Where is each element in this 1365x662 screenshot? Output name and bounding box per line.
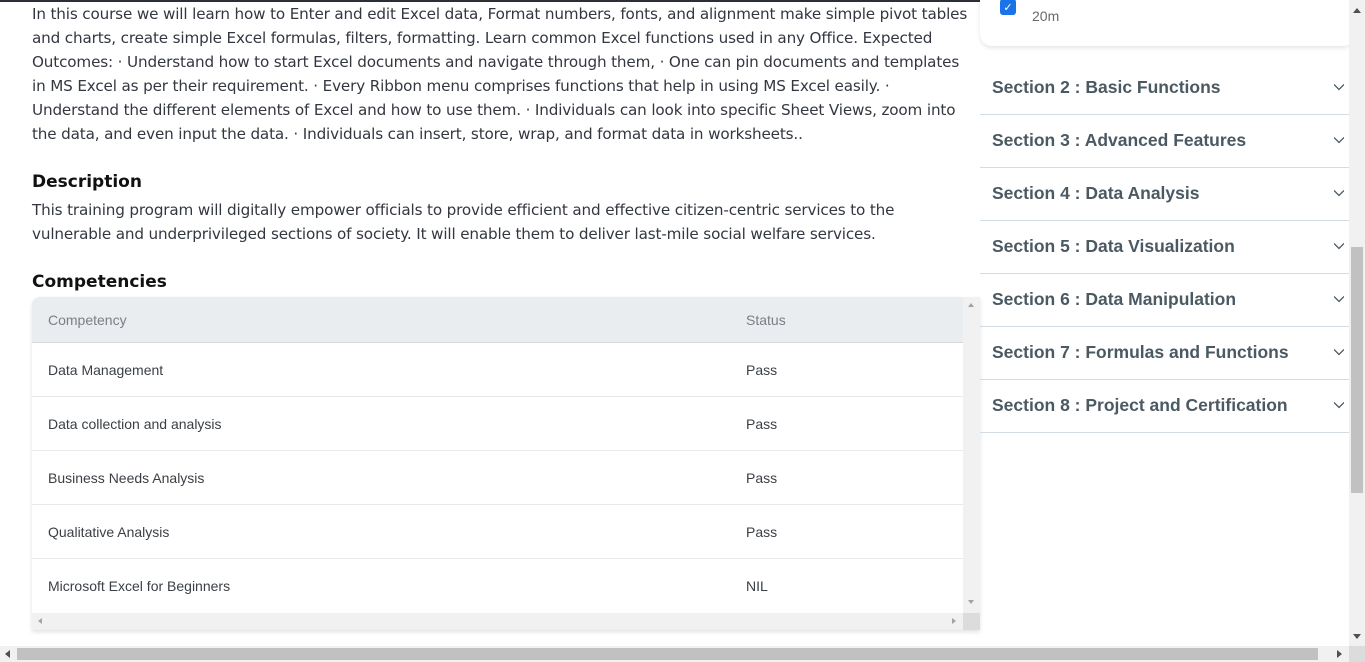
chevron-down-icon	[1334, 137, 1344, 144]
chevron-down-icon	[1334, 296, 1344, 303]
competency-cell: Qualitative Analysis	[48, 524, 170, 540]
scroll-up-arrow-icon[interactable]	[1353, 8, 1361, 13]
section-accordion-8[interactable]: Section 8 : Project and Certification	[980, 380, 1350, 433]
scroll-up-arrow-icon[interactable]	[968, 303, 974, 307]
curriculum-sections: Section 2 : Basic Functions Section 3 : …	[980, 62, 1350, 433]
section-accordion-7[interactable]: Section 7 : Formulas and Functions	[980, 327, 1350, 380]
section-accordion-6[interactable]: Section 6 : Data Manipulation	[980, 274, 1350, 327]
table-scroll-corner	[963, 613, 980, 630]
course-outcomes-text: In this course we will learn how to Ente…	[32, 5, 968, 143]
scroll-down-arrow-icon[interactable]	[1353, 634, 1361, 639]
section-title: Section 7 : Formulas and Functions	[992, 342, 1289, 362]
status-cell: Pass	[746, 524, 778, 540]
competencies-heading: Competencies	[32, 272, 167, 292]
competency-cell: Business Needs Analysis	[48, 470, 205, 486]
scroll-right-arrow-icon[interactable]	[952, 618, 956, 624]
table-horizontal-scrollbar[interactable]	[32, 613, 963, 630]
page-horizontal-scrollbar[interactable]	[0, 646, 1349, 662]
check-icon: ✓	[1003, 0, 1013, 14]
description-text: This training program will digitally emp…	[32, 201, 895, 243]
competency-cell: Microsoft Excel for Beginners	[48, 578, 231, 594]
status-cell: NIL	[746, 578, 768, 594]
status-cell: Pass	[746, 470, 778, 486]
table-row: Data Management Pass	[32, 343, 963, 397]
status-cell: Pass	[746, 416, 778, 432]
column-header-status[interactable]: Status	[746, 312, 786, 328]
section-accordion-5[interactable]: Section 5 : Data Visualization	[980, 221, 1350, 274]
column-header-competency[interactable]: Competency	[48, 312, 127, 328]
chevron-down-icon	[1334, 402, 1344, 409]
section-title: Section 3 : Advanced Features	[992, 130, 1247, 150]
scroll-corner	[1349, 646, 1365, 662]
section-title: Section 8 : Project and Certification	[992, 395, 1288, 415]
table-row: Data collection and analysis Pass	[32, 397, 963, 451]
current-lesson-card: ✓ 20m	[980, 0, 1355, 46]
chevron-down-icon	[1334, 349, 1344, 356]
chevron-down-icon	[1334, 243, 1344, 250]
status-cell: Pass	[746, 362, 778, 378]
competencies-table: Competency Status Data Management Pass D…	[32, 297, 980, 630]
lesson-duration: 20m	[1032, 8, 1060, 24]
section-accordion-4[interactable]: Section 4 : Data Analysis	[980, 168, 1350, 221]
section-title: Section 2 : Basic Functions	[992, 77, 1221, 97]
section-title: Section 4 : Data Analysis	[992, 183, 1200, 203]
scroll-left-arrow-icon[interactable]	[5, 650, 10, 658]
section-accordion-2[interactable]: Section 2 : Basic Functions	[980, 62, 1350, 115]
competency-cell: Data collection and analysis	[48, 416, 222, 432]
table-row: Microsoft Excel for Beginners NIL	[32, 559, 963, 613]
table-vertical-scrollbar[interactable]	[963, 297, 980, 613]
vertical-scroll-thumb[interactable]	[1351, 247, 1363, 493]
section-accordion-3[interactable]: Section 3 : Advanced Features	[980, 115, 1350, 168]
description-heading: Description	[32, 172, 142, 192]
scroll-left-arrow-icon[interactable]	[38, 618, 42, 624]
section-title: Section 6 : Data Manipulation	[992, 289, 1237, 309]
table-row: Business Needs Analysis Pass	[32, 451, 963, 505]
competency-cell: Data Management	[48, 362, 164, 378]
scroll-right-arrow-icon[interactable]	[1337, 650, 1342, 658]
table-row: Qualitative Analysis Pass	[32, 505, 963, 559]
page-vertical-scrollbar[interactable]	[1349, 0, 1365, 646]
scroll-down-arrow-icon[interactable]	[968, 600, 974, 604]
horizontal-scroll-thumb[interactable]	[17, 648, 1318, 660]
lesson-complete-checkbox[interactable]: ✓	[1000, 0, 1016, 15]
chevron-down-icon	[1334, 84, 1344, 91]
chevron-down-icon	[1334, 190, 1344, 197]
table-header: Competency Status	[32, 297, 963, 343]
section-title: Section 5 : Data Visualization	[992, 236, 1235, 256]
